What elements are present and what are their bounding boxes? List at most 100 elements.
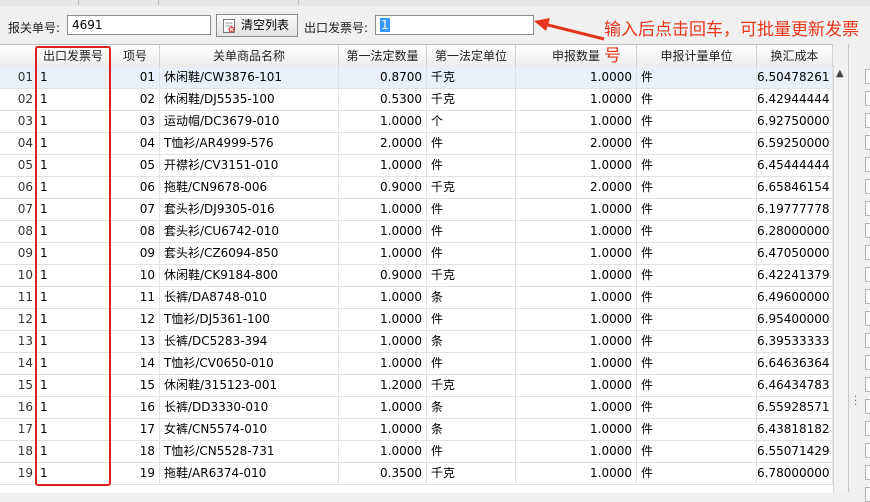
- side-panel-button[interactable]: [865, 399, 870, 414]
- table-row[interactable]: 13 1 13 长裤/DC5283-394 1.0000 条 1.0000 件 6.395333…: [0, 331, 833, 353]
- side-panel-button[interactable]: [865, 289, 870, 304]
- side-panel-button[interactable]: [865, 443, 870, 458]
- cell-exchange-cost: 6.55928571: [757, 397, 833, 418]
- cell-declared-qty: 2.0000: [516, 177, 637, 198]
- row-number: 09: [0, 243, 36, 264]
- table-row[interactable]: 19 1 19 拖鞋/AR6374-010 0.3500 千克 1.0000 件 6.78000…: [0, 463, 833, 485]
- cell-product-name: T恤衫/CV0650-010: [160, 353, 339, 374]
- table-row[interactable]: 12 1 12 T恤衫/DJ5361-100 1.0000 件 1.0000 件 6.95400…: [0, 309, 833, 331]
- table-row[interactable]: 18 1 18 T恤衫/CN5528-731 1.0000 件 1.0000 件 6.55071…: [0, 441, 833, 463]
- cell-first-unit: 件: [427, 353, 516, 374]
- cell-first-qty: 1.0000: [339, 353, 427, 374]
- cell-item-no: 10: [111, 265, 160, 286]
- side-panel-button[interactable]: [865, 113, 870, 128]
- side-panel-button[interactable]: [865, 333, 870, 348]
- clear-list-button[interactable]: 清空列表: [216, 14, 298, 37]
- side-panel-button[interactable]: [865, 487, 870, 502]
- invoice-no-input[interactable]: 1: [375, 15, 534, 35]
- cell-first-qty: 2.0000: [339, 133, 427, 154]
- table-row[interactable]: 04 1 04 T恤衫/AR4999-576 2.0000 件 2.0000 件 6.59250…: [0, 133, 833, 155]
- cell-product-name: 拖鞋/CN9678-006: [160, 177, 339, 198]
- cell-exchange-cost: 6.64636364: [757, 353, 833, 374]
- cell-item-no: 07: [111, 199, 160, 220]
- column-header-first-qty[interactable]: 第一法定数量: [339, 45, 427, 67]
- side-panel-button[interactable]: [865, 201, 870, 216]
- cell-first-unit: 件: [427, 155, 516, 176]
- cell-declared-qty: 1.0000: [516, 243, 637, 264]
- side-panel-button[interactable]: [865, 267, 870, 282]
- side-panel-button[interactable]: [865, 223, 870, 238]
- cell-item-no: 03: [111, 111, 160, 132]
- cell-declared-unit: 件: [637, 265, 757, 286]
- cell-product-name: 女裤/CN5574-010: [160, 419, 339, 440]
- column-header-first-unit[interactable]: 第一法定单位: [427, 45, 516, 67]
- cell-first-unit: 条: [427, 419, 516, 440]
- side-panel-button[interactable]: [865, 465, 870, 480]
- cell-product-name: 套头衫/CU6742-010: [160, 221, 339, 242]
- side-panel-button[interactable]: [865, 91, 870, 106]
- cell-declared-unit: 件: [637, 133, 757, 154]
- tab-segment: [78, 0, 159, 5]
- side-panel-button[interactable]: [865, 245, 870, 260]
- cell-product-name: 长裤/DD3330-010: [160, 397, 339, 418]
- cell-first-unit: 个: [427, 111, 516, 132]
- table-row[interactable]: 06 1 06 拖鞋/CN9678-006 0.9000 千克 2.0000 件 6.65846…: [0, 177, 833, 199]
- table-row[interactable]: 14 1 14 T恤衫/CV0650-010 1.0000 件 1.0000 件 6.64636…: [0, 353, 833, 375]
- row-number-header: [0, 45, 36, 67]
- cell-first-unit: 千克: [427, 89, 516, 110]
- table-row[interactable]: 02 1 02 休闲鞋/DJ5535-100 0.5300 千克 1.0000 件 6.4294…: [0, 89, 833, 111]
- cell-declared-unit: 件: [637, 463, 757, 484]
- cell-first-unit: 条: [427, 397, 516, 418]
- side-panel-button[interactable]: [865, 355, 870, 370]
- side-panel-button[interactable]: [865, 69, 870, 84]
- scroll-up-icon[interactable]: ▲: [836, 68, 844, 79]
- side-panel-button[interactable]: [865, 179, 870, 194]
- row-number: 16: [0, 397, 36, 418]
- table-row[interactable]: 11 1 11 长裤/DA8748-010 1.0000 条 1.0000 件 6.496000…: [0, 287, 833, 309]
- cell-first-qty: 0.5300: [339, 89, 427, 110]
- side-panel-button[interactable]: [865, 157, 870, 172]
- column-header-product-name[interactable]: 关单商品名称: [160, 45, 339, 67]
- cell-exchange-cost: 6.50478261: [757, 67, 833, 88]
- table-row[interactable]: 07 1 07 套头衫/DJ9305-016 1.0000 件 1.0000 件 6.19777…: [0, 199, 833, 221]
- table-row[interactable]: 15 1 15 休闲鞋/315123-001 1.2000 千克 1.0000 件 6.4643…: [0, 375, 833, 397]
- cell-declared-unit: 件: [637, 331, 757, 352]
- right-side-panel: · · ·: [848, 44, 870, 502]
- cell-product-name: 休闲鞋/CK9184-800: [160, 265, 339, 286]
- cell-product-name: 套头衫/DJ9305-016: [160, 199, 339, 220]
- cell-first-unit: 千克: [427, 463, 516, 484]
- customs-no-input[interactable]: 4691: [67, 15, 211, 35]
- table-row[interactable]: 10 1 10 休闲鞋/CK9184-800 0.9000 千克 1.0000 件 6.4224…: [0, 265, 833, 287]
- cell-first-qty: 0.8700: [339, 67, 427, 88]
- cell-product-name: 拖鞋/AR6374-010: [160, 463, 339, 484]
- table-row[interactable]: 05 1 05 开襟衫/CV3151-010 1.0000 件 1.0000 件 6.45444…: [0, 155, 833, 177]
- row-number: 18: [0, 441, 36, 462]
- vertical-scrollbar[interactable]: ▲: [833, 66, 849, 492]
- cell-item-no: 06: [111, 177, 160, 198]
- cell-exchange-cost: 6.95400000: [757, 309, 833, 330]
- cell-exchange-cost: 6.42241379: [757, 265, 833, 286]
- cell-first-unit: 千克: [427, 375, 516, 396]
- table-row[interactable]: 08 1 08 套头衫/CU6742-010 1.0000 件 1.0000 件 6.28000…: [0, 221, 833, 243]
- cell-item-no: 04: [111, 133, 160, 154]
- grip-icon[interactable]: · · ·: [854, 393, 857, 411]
- cell-first-qty: 1.0000: [339, 111, 427, 132]
- cell-declared-qty: 1.0000: [516, 397, 637, 418]
- table-row[interactable]: 03 1 03 运动帽/DC3679-010 1.0000 个 1.0000 件 6.92750…: [0, 111, 833, 133]
- row-number: 02: [0, 89, 36, 110]
- cell-exchange-cost: 6.28000000: [757, 221, 833, 242]
- row-number: 05: [0, 155, 36, 176]
- table-row[interactable]: 09 1 09 套头衫/CZ6094-850 1.0000 件 1.0000 件 6.47050…: [0, 243, 833, 265]
- row-number: 14: [0, 353, 36, 374]
- column-header-item-no[interactable]: 项号: [111, 45, 160, 67]
- table-row[interactable]: 17 1 17 女裤/CN5574-010 1.0000 条 1.0000 件 6.438181…: [0, 419, 833, 441]
- cell-exchange-cost: 6.78000000: [757, 463, 833, 484]
- side-panel-button[interactable]: [865, 377, 870, 392]
- side-panel-button[interactable]: [865, 311, 870, 326]
- annotation-text: 输入后点击回车，可批量更新发票号: [604, 20, 859, 66]
- table-row[interactable]: 16 1 16 长裤/DD3330-010 1.0000 条 1.0000 件 6.559285…: [0, 397, 833, 419]
- cell-exchange-cost: 6.45444444: [757, 155, 833, 176]
- table-row[interactable]: 01 1 01 休闲鞋/CW3876-101 0.8700 千克 1.0000 件 6.5047…: [0, 67, 833, 89]
- side-panel-button[interactable]: [865, 421, 870, 436]
- side-panel-button[interactable]: [865, 135, 870, 150]
